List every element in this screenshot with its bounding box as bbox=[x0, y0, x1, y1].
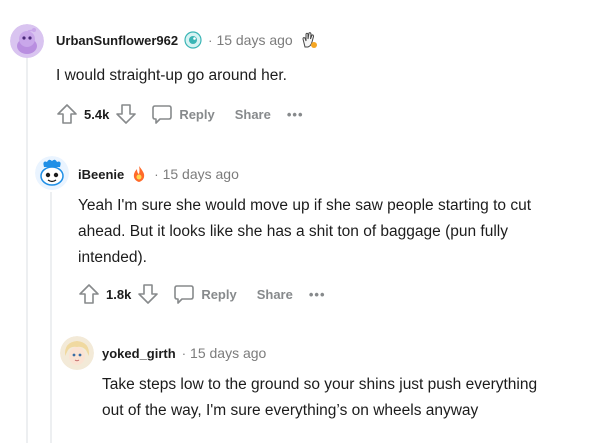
comment-body: Take steps low to the ground so your shi… bbox=[102, 372, 537, 424]
downvote-button[interactable] bbox=[137, 283, 159, 305]
timestamp[interactable]: 15 days ago bbox=[163, 166, 239, 182]
vote-count: 1.8k bbox=[106, 286, 132, 302]
anime-avatar-icon bbox=[60, 336, 94, 370]
separator-dot: · bbox=[208, 32, 213, 48]
comment-body: I would straight-up go around her. bbox=[56, 67, 287, 84]
fire-award-icon bbox=[130, 165, 148, 183]
comment-body-line: Yeah I'm sure she would move up if she s… bbox=[78, 197, 532, 214]
avatar[interactable] bbox=[35, 156, 69, 190]
reply-label: Reply bbox=[179, 106, 215, 122]
share-label: Share bbox=[234, 106, 271, 122]
comment-body-line: ahead. But it looks like she has a shit … bbox=[78, 223, 508, 240]
username[interactable]: iBeenie bbox=[78, 167, 124, 182]
separator-dot: · bbox=[154, 166, 159, 182]
thread-line-1[interactable] bbox=[26, 58, 28, 443]
comment-body-line: intended). bbox=[78, 249, 147, 266]
thread-line-2[interactable] bbox=[50, 192, 52, 443]
reddit-snoo-avatar-purple-icon bbox=[10, 24, 44, 58]
share-label: Share bbox=[256, 286, 293, 302]
reply-button[interactable]: Reply bbox=[151, 103, 215, 125]
downvote-button[interactable] bbox=[115, 103, 137, 125]
upvote-arrow-icon bbox=[57, 104, 77, 124]
comment-body-line: out of the way, I'm sure everything’s on… bbox=[102, 402, 479, 419]
speech-bubble-icon bbox=[174, 285, 195, 304]
upvote-button[interactable] bbox=[56, 103, 78, 125]
avatar[interactable] bbox=[60, 336, 94, 370]
more-options-button[interactable]: ••• bbox=[287, 107, 304, 122]
timestamp[interactable]: 15 days ago bbox=[190, 345, 266, 361]
timestamp[interactable]: 15 days ago bbox=[216, 32, 292, 48]
upvote-button[interactable] bbox=[78, 283, 100, 305]
helper-award-icon bbox=[184, 31, 202, 49]
reddit-snoo-avatar-blue-icon bbox=[35, 156, 69, 190]
separator-dot: · bbox=[181, 345, 187, 361]
hand-award-icon bbox=[299, 30, 319, 50]
speech-bubble-icon bbox=[152, 105, 173, 124]
comment-body: Yeah I'm sure she would move up if she s… bbox=[78, 193, 531, 271]
more-options-button[interactable]: ••• bbox=[309, 287, 326, 302]
downvote-arrow-icon bbox=[116, 104, 137, 124]
comment-body-line: Take steps low to the ground so your shi… bbox=[102, 376, 538, 393]
downvote-arrow-icon bbox=[138, 284, 159, 304]
share-button[interactable]: Share bbox=[251, 287, 293, 302]
upvote-arrow-icon bbox=[79, 284, 99, 304]
vote-count: 5.4k bbox=[84, 106, 110, 122]
username[interactable]: yoked_girth bbox=[102, 346, 176, 361]
username[interactable]: UrbanSunflower962 bbox=[56, 33, 178, 48]
avatar[interactable] bbox=[10, 24, 44, 58]
reply-button[interactable]: Reply bbox=[173, 283, 237, 305]
share-button[interactable]: Share bbox=[229, 107, 271, 122]
reply-label: Reply bbox=[201, 286, 237, 302]
